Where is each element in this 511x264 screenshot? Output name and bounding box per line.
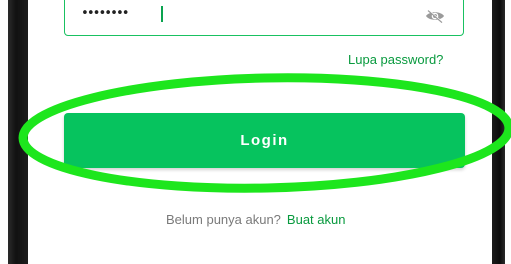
login-button-label: Login xyxy=(240,132,289,149)
text-caret xyxy=(161,6,163,22)
phone-bezel-left xyxy=(8,0,28,264)
phone-screenshot: •••••••• Lupa password? Login Belum puny… xyxy=(0,0,511,264)
password-field[interactable]: •••••••• xyxy=(64,0,464,36)
password-value: •••••••• xyxy=(81,6,130,21)
forgot-password-link[interactable]: Lupa password? xyxy=(348,52,443,67)
signup-row: Belum punya akun? Buat akun xyxy=(166,212,345,227)
phone-bezel-right xyxy=(492,0,505,264)
signup-prompt: Belum punya akun? xyxy=(166,212,281,227)
eye-icon[interactable] xyxy=(425,9,445,23)
create-account-link[interactable]: Buat akun xyxy=(287,212,346,227)
login-button[interactable]: Login xyxy=(64,113,465,168)
login-screen: •••••••• Lupa password? Login Belum puny… xyxy=(28,0,492,264)
